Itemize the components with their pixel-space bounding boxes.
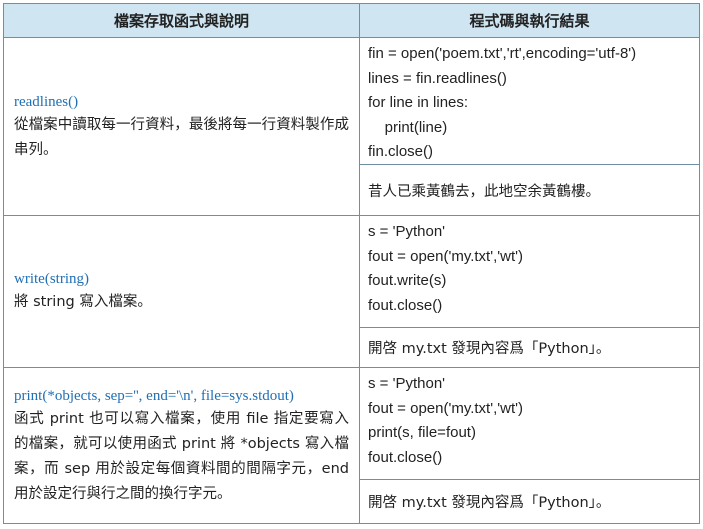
execution-result: 開啓 my.txt 發現內容爲「Python」。 [368,495,611,511]
function-cell: readlines() 從檔案中讀取每一行資料，最後將每一行資料製作成串列。 [4,38,360,215]
code-line: s = 'Python' [368,375,446,392]
function-cell: write(string) 將 string 寫入檔案。 [4,216,360,367]
code-block: s = 'Python' fout = open('my.txt','wt') … [360,368,699,480]
code-line: fout.close() [368,448,443,466]
execution-result: 開啓 my.txt 發現內容爲「Python」。 [368,341,611,357]
code-line: print(line) [368,118,448,136]
header-functions: 檔案存取函式與說明 [4,4,360,37]
table-row-write: write(string) 將 string 寫入檔案。 s = 'Python… [4,216,699,368]
function-cell: print(*objects, sep='', end='\n', file=s… [4,368,360,523]
code-line: fout = open('my.txt','wt') [368,399,523,417]
code-line: s = 'Python' [368,223,446,240]
function-name: readlines() [14,93,79,110]
function-description: 將 string 寫入檔案。 [14,294,152,310]
table-row-print: print(*objects, sep='', end='\n', file=s… [4,368,699,523]
execution-result: 昔人已乘黃鶴去，此地空余黃鶴樓。 [368,183,600,200]
code-line: fin = open('poem.txt','rt',encoding='utf… [368,45,637,62]
code-line: lines = fin.readlines() [368,69,507,87]
code-line: fout.close() [368,296,443,314]
function-description: 從檔案中讀取每一行資料，最後將每一行資料製作成串列。 [14,116,349,158]
code-line: print(s, file=fout) [368,424,476,441]
file-access-table: 檔案存取函式與說明 程式碼與執行結果 readlines() 從檔案中讀取每一行… [3,3,700,524]
code-block: s = 'Python' fout = open('my.txt','wt') … [360,216,699,328]
code-line: for line in lines: [368,94,469,111]
function-description: 函式 print 也可以寫入檔案，使用 file 指定要寫入的檔案，就可以使用函… [14,410,349,502]
code-cell: s = 'Python' fout = open('my.txt','wt') … [360,216,699,367]
table-row-readlines: readlines() 從檔案中讀取每一行資料，最後將每一行資料製作成串列。 f… [4,38,699,216]
code-line: fin.close() [368,143,434,160]
code-block: fin = open('poem.txt','rt',encoding='utf… [360,38,699,165]
code-cell: s = 'Python' fout = open('my.txt','wt') … [360,368,699,523]
code-line: fout = open('my.txt','wt') [368,247,523,265]
function-name: write(string) [14,271,89,287]
code-line: fout.write(s) [368,272,447,289]
header-code-results: 程式碼與執行結果 [469,12,590,30]
function-name: print(*objects, sep='', end='\n', file=s… [14,387,294,404]
code-cell: fin = open('poem.txt','rt',encoding='utf… [360,38,699,215]
table-header: 檔案存取函式與說明 程式碼與執行結果 [4,4,699,38]
